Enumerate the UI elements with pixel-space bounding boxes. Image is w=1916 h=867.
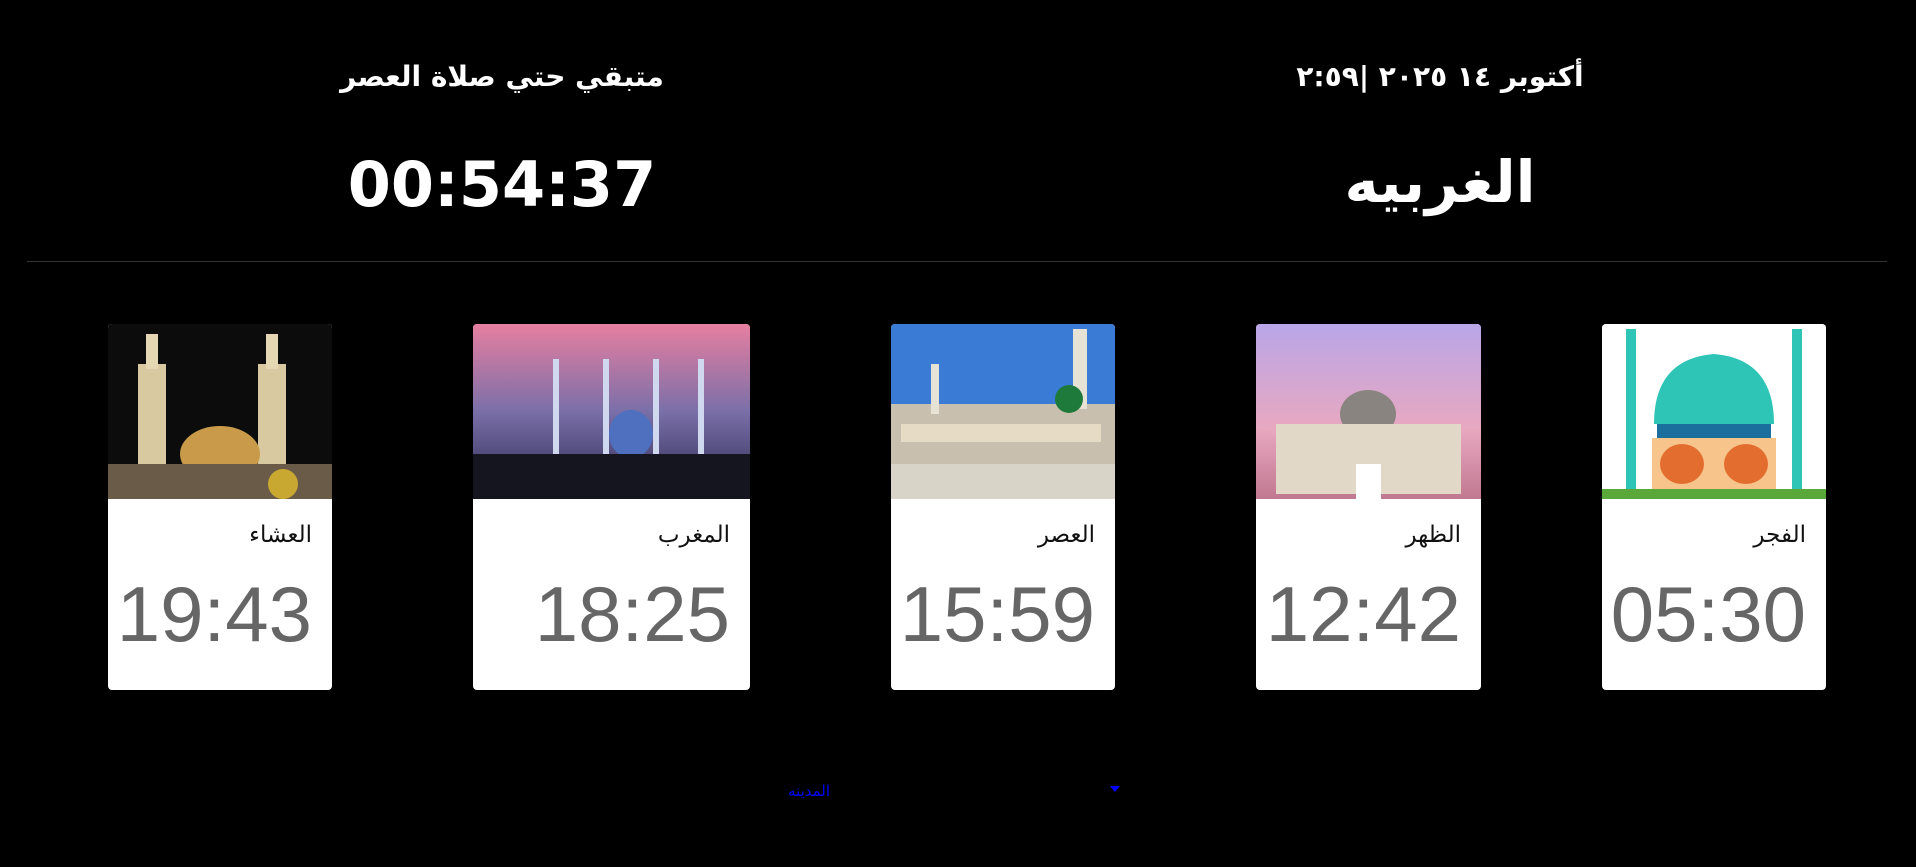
mosque-sunset-image: [1256, 324, 1481, 499]
prayer-name: الظهر: [1405, 522, 1461, 548]
mosque-dusk-image: [473, 324, 750, 499]
mosque-night-image: [108, 324, 332, 499]
prayer-card-fajr: الفجر 05:30: [1602, 324, 1826, 690]
countdown-timer: 00:54:37: [347, 148, 657, 221]
prayer-time: 19:43: [116, 570, 312, 658]
remaining-label: متبقي حتي صلاة العصر: [340, 60, 664, 93]
prayer-time: 18:25: [534, 570, 730, 658]
city-select-label: المدينه: [788, 782, 831, 800]
city-select[interactable]: المدينه: [780, 780, 1120, 804]
city-name: الغربيه: [1344, 148, 1536, 216]
date-time: أكتوبر ١٤ ٢٠٢٥ |٢:٥٩: [1296, 60, 1584, 93]
prayer-card-isha: العشاء 19:43: [108, 324, 332, 690]
prayer-time: 15:59: [899, 570, 1095, 658]
divider: [27, 261, 1887, 262]
prayer-time: 05:30: [1610, 570, 1806, 658]
prayer-card-dhuhr: الظهر 12:42: [1256, 324, 1481, 690]
mosque-day-image: [891, 324, 1115, 499]
prayer-name: المغرب: [657, 522, 730, 548]
prayer-name: العصر: [1037, 522, 1095, 548]
header: أكتوبر ١٤ ٢٠٢٥ |٢:٥٩ الغربيه متبقي حتي ص…: [0, 0, 1916, 262]
chevron-down-icon: [1110, 786, 1120, 792]
mosque-illustration-image: [1602, 324, 1826, 499]
prayer-name: الفجر: [1753, 522, 1806, 548]
prayer-card-maghrib: المغرب 18:25: [473, 324, 750, 690]
prayer-card-asr: العصر 15:59: [891, 324, 1115, 690]
prayer-name: العشاء: [249, 522, 312, 548]
prayer-time: 12:42: [1265, 570, 1461, 658]
